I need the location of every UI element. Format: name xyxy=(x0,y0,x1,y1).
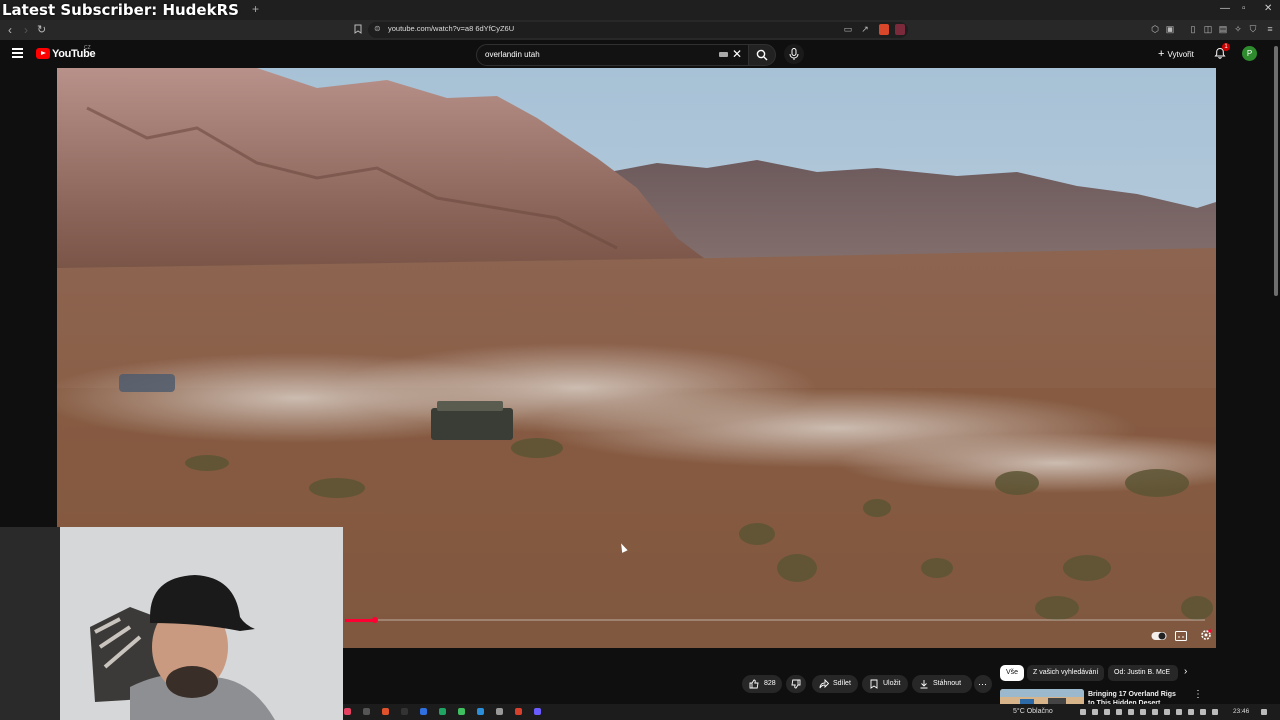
back-icon[interactable]: ‹ xyxy=(8,23,12,37)
tray-icon[interactable] xyxy=(1188,709,1194,715)
settings-app-icon[interactable] xyxy=(496,708,503,715)
app-icon[interactable] xyxy=(401,708,408,715)
search-button[interactable] xyxy=(748,44,776,66)
chevron-right-icon[interactable]: › xyxy=(1184,666,1187,677)
like-count: 828 xyxy=(764,680,776,687)
autoplay-toggle-icon[interactable] xyxy=(1151,628,1167,640)
browser-toolbar: ‹ › ↻ ⊜ youtube.com/watch?v=a8 6dYfCyZ6U… xyxy=(0,20,1280,40)
url-text: youtube.com/watch?v=a8 6dYfCyZ6U xyxy=(388,24,515,33)
share-label: Sdílet xyxy=(833,680,851,687)
screenshot-icon[interactable]: ▣ xyxy=(1165,24,1175,34)
file-explorer-icon[interactable] xyxy=(363,708,370,715)
youtube-logo-icon[interactable] xyxy=(36,48,50,59)
brave-browser-icon[interactable] xyxy=(382,708,389,715)
menu-hamburger-icon[interactable]: ≡ xyxy=(1265,24,1275,34)
brave-rewards-icon[interactable] xyxy=(895,24,905,35)
search-input[interactable]: overlandin utah ✕ xyxy=(476,44,750,66)
address-field[interactable]: ⊜ youtube.com/watch?v=a8 6dYfCyZ6U xyxy=(368,22,908,38)
plus-icon: + xyxy=(1158,48,1165,60)
search-icon xyxy=(756,49,768,61)
account-avatar[interactable]: P xyxy=(1242,46,1257,61)
create-label: Vytvořit xyxy=(1167,50,1194,59)
extension-icon[interactable]: ⬡ xyxy=(1150,24,1160,34)
browser-tab-bar: Latest Subscriber: HudekRS + — ▫ ✕ xyxy=(0,0,1280,20)
tray-icon[interactable] xyxy=(1128,709,1134,715)
reload-icon[interactable]: ↻ xyxy=(37,23,46,36)
dislike-button[interactable] xyxy=(786,675,806,693)
chip-from-searches[interactable]: Z vašich vyhledávání xyxy=(1027,665,1105,681)
voice-search-button[interactable] xyxy=(784,44,804,64)
more-actions-button[interactable]: ⋯ xyxy=(974,675,992,693)
bookmark-save-icon xyxy=(870,679,878,689)
youtube-header: YouTube CZ overlandin utah ✕ + Vytvořit 1… xyxy=(0,40,1280,68)
save-button[interactable]: Uložit xyxy=(862,675,908,693)
forward-icon[interactable]: › xyxy=(24,23,28,37)
edge-icon[interactable] xyxy=(477,708,484,715)
download-button[interactable]: Stáhnout xyxy=(912,675,972,693)
sidebar-icon[interactable]: ▯ xyxy=(1188,24,1198,34)
app-icon-blue[interactable] xyxy=(420,708,427,715)
share-icon xyxy=(819,679,829,689)
network-icon[interactable] xyxy=(1200,709,1206,715)
notification-badge: 1 xyxy=(1222,43,1230,51)
settings-gear-icon[interactable] xyxy=(1200,628,1212,640)
tray-icon[interactable] xyxy=(1080,709,1086,715)
obs-icon[interactable] xyxy=(534,708,541,715)
share-page-icon[interactable]: ↗ xyxy=(860,24,870,34)
page-scrollbar[interactable] xyxy=(1273,40,1280,320)
microphone-icon xyxy=(789,48,799,60)
progress-track[interactable] xyxy=(345,619,1205,621)
vpn-icon[interactable]: ⛉ xyxy=(1248,24,1258,34)
spreadsheet-icon[interactable] xyxy=(439,708,446,715)
like-button[interactable]: 828 xyxy=(742,675,782,693)
download-label: Stáhnout xyxy=(933,680,962,687)
tray-icon[interactable] xyxy=(1176,709,1182,715)
streamer-webcam xyxy=(0,527,343,720)
stream-subscriber-overlay: Latest Subscriber: HudekRS xyxy=(2,1,239,19)
app-icon-green[interactable] xyxy=(458,708,465,715)
app-icon-red[interactable] xyxy=(515,708,522,715)
more-horizontal-icon: ⋯ xyxy=(978,679,987,689)
share-button[interactable]: Sdílet xyxy=(812,675,858,693)
chip-from-channel[interactable]: Od: Justin B. McE xyxy=(1108,665,1178,681)
thumbs-up-icon xyxy=(749,679,759,689)
new-tab-button[interactable]: + xyxy=(252,2,259,16)
tray-icon[interactable] xyxy=(1152,709,1158,715)
tray-icon[interactable] xyxy=(1140,709,1146,715)
brave-shield-icon[interactable] xyxy=(879,24,889,35)
tray-icon[interactable] xyxy=(1092,709,1098,715)
save-label: Uložit xyxy=(883,680,901,687)
taskbar-clock[interactable]: 23:46 xyxy=(1233,708,1249,715)
keyboard-icon[interactable] xyxy=(719,52,728,57)
create-button[interactable]: + Vytvořit xyxy=(1158,48,1194,60)
progress-scrubber[interactable] xyxy=(372,617,378,623)
chip-all[interactable]: Vše xyxy=(1000,665,1025,681)
windows-taskbar: 5°C Oblačno 23:46 xyxy=(343,704,1280,720)
bookmark-icon[interactable] xyxy=(353,24,363,34)
tray-icon[interactable] xyxy=(1164,709,1170,715)
instagram-icon[interactable] xyxy=(344,708,351,715)
thumbs-down-icon xyxy=(791,679,801,689)
guide-menu-icon[interactable] xyxy=(12,48,23,58)
maximize-button[interactable]: ▫ xyxy=(1242,3,1246,14)
search-query: overlandin utah xyxy=(485,50,540,59)
leo-icon[interactable]: ✧ xyxy=(1233,24,1243,34)
weather-widget[interactable]: 5°C Oblačno xyxy=(1013,708,1053,715)
site-info-icon[interactable]: ⊜ xyxy=(374,24,381,33)
notifications-icon[interactable] xyxy=(1261,709,1267,715)
volume-icon[interactable] xyxy=(1212,709,1218,715)
close-window-button[interactable]: ✕ xyxy=(1264,3,1272,14)
clear-search-icon[interactable]: ✕ xyxy=(732,47,742,61)
minimize-button[interactable]: — xyxy=(1220,3,1230,14)
wallet-icon[interactable]: ▤ xyxy=(1218,24,1228,34)
subtitles-icon[interactable] xyxy=(1175,628,1187,641)
tray-icon[interactable] xyxy=(1104,709,1110,715)
tabs-icon[interactable]: ◫ xyxy=(1203,24,1213,34)
country-code: CZ xyxy=(84,45,91,51)
cast-icon[interactable]: ▭ xyxy=(843,24,853,34)
more-vertical-icon[interactable]: ⋮ xyxy=(1193,689,1203,700)
download-icon xyxy=(920,680,928,689)
tray-icon[interactable] xyxy=(1116,709,1122,715)
